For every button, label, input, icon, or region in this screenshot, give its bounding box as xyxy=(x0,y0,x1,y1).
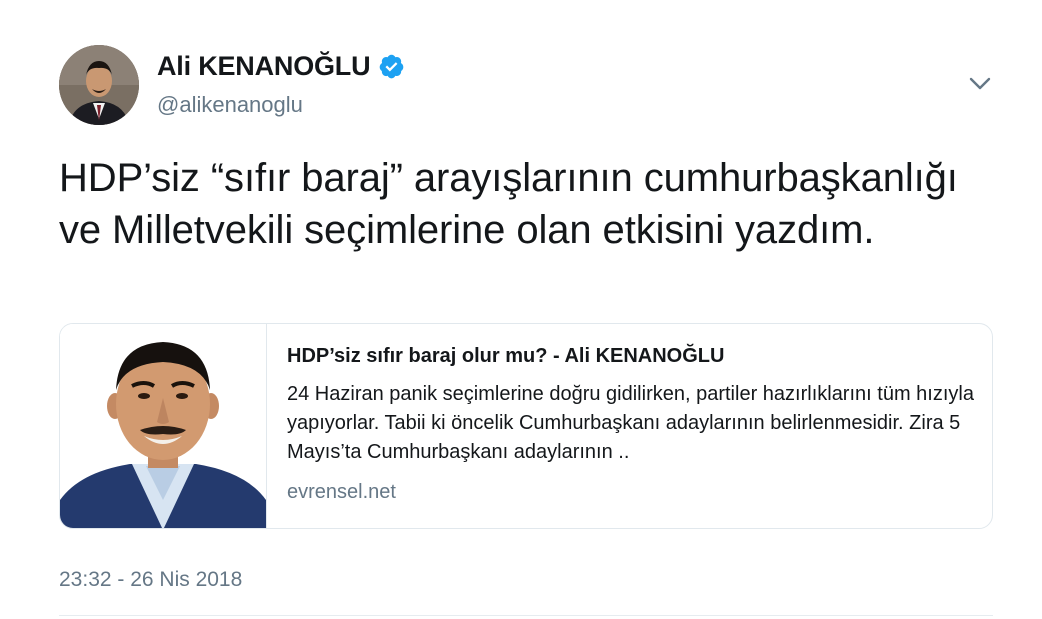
card-thumbnail xyxy=(60,324,267,528)
divider xyxy=(59,615,993,616)
display-name[interactable]: Ali KENANOĞLU xyxy=(157,51,371,82)
card-domain: evrensel.net xyxy=(287,481,396,503)
avatar[interactable] xyxy=(59,45,139,125)
tweet-timestamp[interactable]: 23:32 - 26 Nis 2018 xyxy=(59,568,242,592)
verified-badge-icon xyxy=(378,53,405,80)
card-body: HDP’siz sıfır baraj olur mu? - Ali KENAN… xyxy=(267,324,992,528)
avatar-photo xyxy=(59,45,139,125)
author-handle[interactable]: @alikenanoglu xyxy=(157,92,303,118)
tweet-text: HDP’siz “sıfır baraj” arayışlarının cumh… xyxy=(59,156,958,252)
card-description: 24 Haziran panik seçimlerine doğru gidil… xyxy=(287,383,974,463)
link-card[interactable]: HDP’siz sıfır baraj olur mu? - Ali KENAN… xyxy=(59,323,993,529)
card-title: HDP’siz sıfır baraj olur mu? - Ali KENAN… xyxy=(287,345,725,367)
author-row: Ali KENANOĞLU xyxy=(157,51,405,82)
tweet: Ali KENANOĞLU @alikenanoglu HDP’siz “sıf… xyxy=(0,0,1042,619)
tweet-menu-button[interactable] xyxy=(964,68,996,100)
chevron-down-icon xyxy=(969,77,991,90)
